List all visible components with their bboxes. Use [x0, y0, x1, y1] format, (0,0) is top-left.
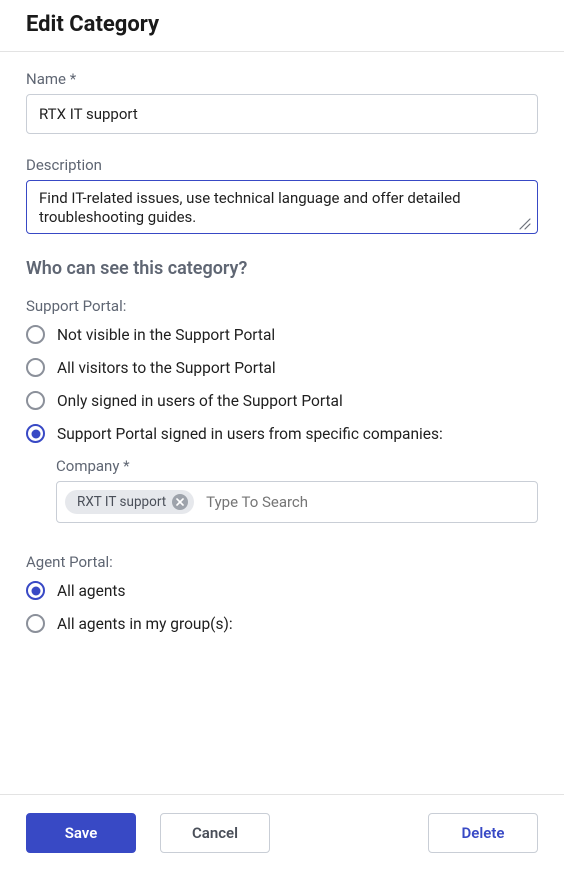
name-label: Name *: [26, 70, 538, 88]
company-label: Company *: [56, 457, 538, 475]
radio-icon: [26, 581, 45, 600]
radio-label: All agents: [57, 582, 125, 600]
agent-option-all[interactable]: All agents: [26, 581, 538, 600]
support-option-specific-companies[interactable]: Support Portal signed in users from spec…: [26, 424, 538, 443]
delete-button[interactable]: Delete: [428, 813, 538, 853]
support-portal-label: Support Portal:: [26, 297, 538, 315]
radio-icon: [26, 614, 45, 633]
support-option-all-visitors[interactable]: All visitors to the Support Portal: [26, 358, 538, 377]
name-input[interactable]: [26, 94, 538, 134]
company-tag-label: RXT IT support: [77, 494, 166, 510]
radio-icon: [26, 358, 45, 377]
radio-label: All visitors to the Support Portal: [57, 359, 276, 377]
agent-portal-label: Agent Portal:: [26, 553, 538, 571]
description-label: Description: [26, 156, 538, 174]
radio-icon: [26, 325, 45, 344]
support-option-signed-in[interactable]: Only signed in users of the Support Port…: [26, 391, 538, 410]
page-title: Edit Category: [26, 12, 538, 37]
description-textarea[interactable]: Find IT-related issues, use technical la…: [27, 181, 537, 233]
visibility-section-title: Who can see this category?: [26, 258, 538, 279]
radio-label: Only signed in users of the Support Port…: [57, 392, 343, 410]
agent-option-my-groups[interactable]: All agents in my group(s):: [26, 614, 538, 633]
company-tag: RXT IT support: [65, 490, 194, 514]
company-tag-input[interactable]: RXT IT support: [56, 481, 538, 523]
radio-icon: [26, 424, 45, 443]
radio-label: All agents in my group(s):: [57, 615, 233, 633]
save-button[interactable]: Save: [26, 813, 136, 853]
radio-label: Support Portal signed in users from spec…: [57, 425, 443, 443]
radio-label: Not visible in the Support Portal: [57, 326, 275, 344]
tag-remove-icon[interactable]: [172, 494, 188, 510]
description-field-wrap: Find IT-related issues, use technical la…: [26, 180, 538, 234]
company-search-input[interactable]: [204, 492, 529, 512]
cancel-button[interactable]: Cancel: [160, 813, 270, 853]
support-option-not-visible[interactable]: Not visible in the Support Portal: [26, 325, 538, 344]
radio-icon: [26, 391, 45, 410]
